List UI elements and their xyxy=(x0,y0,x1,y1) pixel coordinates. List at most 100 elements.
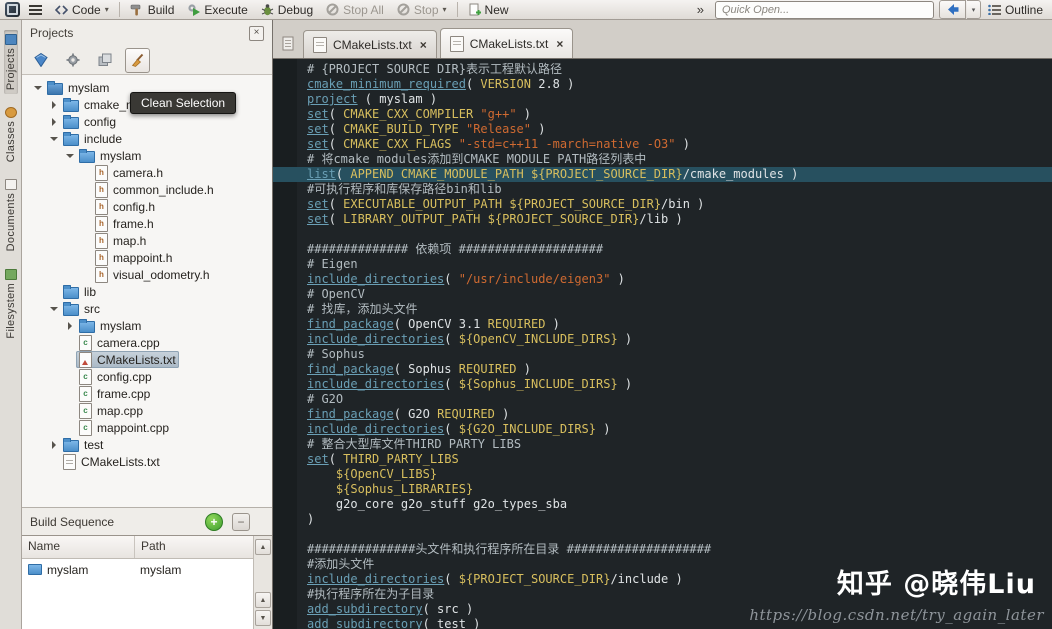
tree-item-cmakelists-txt[interactable]: CMakeLists.txt xyxy=(22,351,272,368)
code-line[interactable]: set( CMAKE_CXX_COMPILER "g++" ) xyxy=(273,107,1052,122)
back-button[interactable] xyxy=(938,0,966,19)
close-tab-icon[interactable]: × xyxy=(420,38,427,52)
scroll-up-icon[interactable]: ▲ xyxy=(255,592,271,608)
expand-arrow-icon[interactable] xyxy=(48,101,60,109)
code-line[interactable] xyxy=(273,227,1052,242)
tree-item-frame-cpp[interactable]: c frame.cpp xyxy=(22,385,272,402)
tree-item-include[interactable]: include xyxy=(22,130,272,147)
scroll-up-icon[interactable]: ▲ xyxy=(255,539,271,555)
tree-item-mappoint-cpp[interactable]: c mappoint.cpp xyxy=(22,419,272,436)
collapse-arrow-icon[interactable] xyxy=(64,154,76,158)
code-line[interactable]: set( LIBRARY_OUTPUT_PATH ${PROJECT_SOURC… xyxy=(273,212,1052,227)
code-line[interactable]: #可执行程序和库保存路径bin和lib xyxy=(273,182,1052,197)
code-line[interactable] xyxy=(273,527,1052,542)
sidebar-tab-classes[interactable]: Classes xyxy=(4,103,18,166)
tree-item-test[interactable]: test xyxy=(22,436,272,453)
code-line[interactable]: find_package( OpenCV 3.1 REQUIRED ) xyxy=(273,317,1052,332)
code-line[interactable]: include_directories( ${OpenCV_INCLUDE_DI… xyxy=(273,332,1052,347)
code-line[interactable]: # G2O xyxy=(273,392,1052,407)
collapse-arrow-icon[interactable] xyxy=(48,137,60,141)
add-build-item-button[interactable]: + xyxy=(205,512,223,531)
tree-item-map-h[interactable]: h map.h xyxy=(22,232,272,249)
close-tab-icon[interactable]: × xyxy=(556,37,563,51)
code-line[interactable]: find_package( Sophus REQUIRED ) xyxy=(273,362,1052,377)
sidebar-tab-filesystem[interactable]: Filesystem xyxy=(4,265,18,343)
code-line[interactable]: include_directories( ${Sophus_INCLUDE_DI… xyxy=(273,377,1052,392)
code-line[interactable]: cmake_minimum_required( VERSION 2.8 ) xyxy=(273,77,1052,92)
tree-item-myslam[interactable]: myslam xyxy=(22,317,272,334)
document-list-icon[interactable] xyxy=(278,33,298,53)
quick-open-input[interactable] xyxy=(714,0,934,19)
sidebar-tab-documents[interactable]: Documents xyxy=(4,175,18,255)
install-selection-button[interactable] xyxy=(61,49,84,72)
tree-item-config-cpp[interactable]: c config.cpp xyxy=(22,368,272,385)
code-line[interactable]: include_directories( ${G2O_INCLUDE_DIRS}… xyxy=(273,422,1052,437)
tree-item-frame-h[interactable]: h frame.h xyxy=(22,215,272,232)
code-line[interactable]: # Sophus xyxy=(273,347,1052,362)
column-header-name[interactable]: Name xyxy=(22,536,135,558)
code-line[interactable]: # Eigen xyxy=(273,257,1052,272)
clean-selection-button[interactable] xyxy=(125,47,150,73)
code-line[interactable]: include_directories( "/usr/include/eigen… xyxy=(273,272,1052,287)
new-button[interactable]: New xyxy=(462,2,515,18)
code-line[interactable]: # OpenCV xyxy=(273,287,1052,302)
code-line[interactable]: ############## 依赖项 #################### xyxy=(273,242,1052,257)
expand-arrow-icon[interactable] xyxy=(64,322,76,330)
tree-item-lib[interactable]: lib xyxy=(22,283,272,300)
build-sequence-scrollbar[interactable]: ▲ ▲ ▼ xyxy=(253,536,272,629)
collapse-arrow-icon[interactable] xyxy=(32,86,44,90)
back-history-dropdown[interactable]: ▾ xyxy=(966,0,981,19)
project-tree: myslam cmake_modules config include myslam h c… xyxy=(22,74,272,507)
tab-cmakelists-2[interactable]: CMakeLists.txt × xyxy=(439,28,574,58)
code-line[interactable]: set( CMAKE_CXX_FLAGS "-std=c++11 -march=… xyxy=(273,137,1052,152)
close-panel-icon[interactable]: × xyxy=(249,25,264,41)
tree-item-myslam[interactable]: myslam xyxy=(22,147,272,164)
tree-item-camera-h[interactable]: h camera.h xyxy=(22,164,272,181)
tree-item-camera-cpp[interactable]: c camera.cpp xyxy=(22,334,272,351)
code-menu-button[interactable]: Code ▾ xyxy=(49,2,115,18)
collapse-arrow-icon[interactable] xyxy=(48,307,60,311)
code-line[interactable]: set( CMAKE_BUILD_TYPE "Release" ) xyxy=(273,122,1052,137)
tab-cmakelists-1[interactable]: CMakeLists.txt × xyxy=(303,30,437,58)
outline-button[interactable]: Outline xyxy=(982,2,1049,18)
scroll-down-icon[interactable]: ▼ xyxy=(255,610,271,626)
prune-selection-button[interactable] xyxy=(93,49,116,72)
code-line[interactable]: set( THIRD_PARTY_LIBS xyxy=(273,452,1052,467)
code-line[interactable]: ${OpenCV_LIBS} xyxy=(273,467,1052,482)
tree-item-config-h[interactable]: h config.h xyxy=(22,198,272,215)
tree-item-config[interactable]: config xyxy=(22,113,272,130)
code-line[interactable]: find_package( G2O REQUIRED ) xyxy=(273,407,1052,422)
toolbar-overflow-button[interactable]: » xyxy=(691,2,710,17)
session-menu-button[interactable] xyxy=(23,3,48,16)
code-line[interactable]: g2o_core g2o_stuff g2o_types_sba xyxy=(273,497,1052,512)
code-line[interactable]: ${Sophus_LIBRARIES} xyxy=(273,482,1052,497)
code-line[interactable]: ) xyxy=(273,512,1052,527)
sidebar-tab-projects[interactable]: Projects xyxy=(3,30,18,95)
remove-build-item-button[interactable]: − xyxy=(232,512,250,531)
tree-item-src[interactable]: src xyxy=(22,300,272,317)
code-line[interactable]: ###############头文件和执行程序所在目录 ############… xyxy=(273,542,1052,557)
tree-item-visual-odometry-h[interactable]: h visual_odometry.h xyxy=(22,266,272,283)
column-header-path[interactable]: Path xyxy=(135,536,253,558)
code-line[interactable]: # 找库，添加头文件 xyxy=(273,302,1052,317)
build-selection-button[interactable] xyxy=(29,49,52,72)
build-sequence-row[interactable]: myslam myslam xyxy=(22,559,253,580)
tree-item-map-cpp[interactable]: c map.cpp xyxy=(22,402,272,419)
execute-button[interactable]: Execute xyxy=(181,2,253,18)
code-line[interactable]: # 将cmake modules添加到CMAKE MODULE PATH路径列表… xyxy=(273,152,1052,167)
tree-item-common-include-h[interactable]: h common_include.h xyxy=(22,181,272,198)
code-line[interactable]: list( APPEND CMAKE_MODULE_PATH ${PROJECT… xyxy=(273,167,1052,182)
build-button[interactable]: Build xyxy=(124,2,181,18)
tree-item-mappoint-h[interactable]: h mappoint.h xyxy=(22,249,272,266)
tree-item-cmakelists-txt[interactable]: CMakeLists.txt xyxy=(22,453,272,470)
code-line[interactable]: project ( myslam ) xyxy=(273,92,1052,107)
code-editor[interactable]: # {PROJECT SOURCE DIR}表示工程默认路径 cmake_mini… xyxy=(273,59,1052,629)
code-line[interactable]: set( EXECUTABLE_OUTPUT_PATH ${PROJECT_SO… xyxy=(273,197,1052,212)
debug-button[interactable]: Debug xyxy=(255,2,319,18)
expand-arrow-icon[interactable] xyxy=(48,441,60,449)
stop-all-button[interactable]: Stop All xyxy=(320,2,390,18)
code-line[interactable]: # 整合大型库文件THIRD PARTY LIBS xyxy=(273,437,1052,452)
expand-arrow-icon[interactable] xyxy=(48,118,60,126)
stop-button[interactable]: Stop ▾ xyxy=(391,2,453,18)
code-line[interactable]: # {PROJECT SOURCE DIR}表示工程默认路径 xyxy=(273,62,1052,77)
